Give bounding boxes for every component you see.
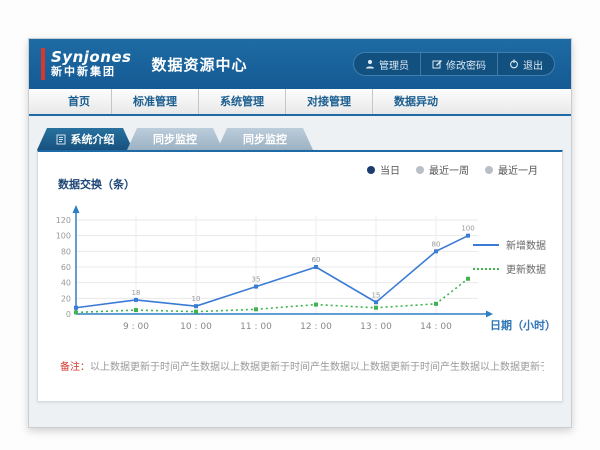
svg-text:60: 60 xyxy=(312,256,321,264)
radio-today[interactable]: 当日 xyxy=(367,162,400,177)
company-name: 新中新集团 xyxy=(51,65,132,79)
svg-text:80: 80 xyxy=(61,247,71,256)
svg-text:40: 40 xyxy=(61,279,71,288)
legend-label: 新增数据 xyxy=(506,237,546,252)
power-icon xyxy=(509,59,519,69)
tab-label: 系统介绍 xyxy=(71,131,115,147)
legend-item-updated-data: 更新数据 xyxy=(473,261,546,276)
user-icon xyxy=(365,59,375,69)
radio-label: 最近一月 xyxy=(498,162,538,177)
app-header: Synjones 新中新集团 数据资源中心 管理员 xyxy=(29,39,571,89)
logo-red-bar-icon xyxy=(41,48,45,80)
legend-line-solid-icon xyxy=(473,244,499,246)
svg-text:100: 100 xyxy=(461,225,474,233)
radio-label: 最近一周 xyxy=(429,162,469,177)
nav-item-interface-mgmt[interactable]: 对接管理 xyxy=(285,89,372,114)
legend-label: 更新数据 xyxy=(506,261,546,276)
svg-text:10: 10 xyxy=(192,295,201,303)
user-menu-logout[interactable]: 退出 xyxy=(497,53,554,75)
user-menu-label: 修改密码 xyxy=(446,57,486,72)
svg-text:9 : 00: 9 : 00 xyxy=(123,322,149,332)
svg-text:120: 120 xyxy=(56,216,71,225)
svg-text:0: 0 xyxy=(66,310,71,319)
footnote-text: 以上数据更新于时间产生数据以上数据更新于时间产生数据以上数据更新于时间产生数据以… xyxy=(90,362,544,373)
document-icon xyxy=(56,134,66,145)
user-menu-label: 管理员 xyxy=(379,57,409,72)
svg-text:35: 35 xyxy=(252,276,261,284)
tab-label: 同步监控 xyxy=(243,131,287,147)
footnote-prefix: 备注： xyxy=(60,362,90,373)
user-menu: 管理员 修改密码 退出 xyxy=(353,52,555,76)
svg-text:11 : 00: 11 : 00 xyxy=(240,322,272,332)
tab-bar: 系统介绍 同步监控 同步监控 xyxy=(37,128,571,150)
main-nav: 首页 标准管理 系统管理 对接管理 数据异动 xyxy=(29,89,571,116)
chart-legend: 新增数据 更新数据 xyxy=(473,237,546,285)
svg-text:18: 18 xyxy=(132,289,141,297)
tab-label: 同步监控 xyxy=(153,131,197,147)
page-title: 数据资源中心 xyxy=(152,54,248,75)
time-filter-group: 当日 最近一周 最近一月 xyxy=(367,162,538,177)
y-axis-title: 数据交换（条） xyxy=(58,176,135,192)
edit-icon xyxy=(432,59,442,69)
radio-selected-icon xyxy=(367,166,375,174)
brand-logo: Synjones 新中新集团 xyxy=(41,48,132,80)
svg-text:60: 60 xyxy=(61,263,71,272)
svg-text:15: 15 xyxy=(372,291,381,299)
nav-item-standard-mgmt[interactable]: 标准管理 xyxy=(111,89,198,114)
content-area: 系统介绍 同步监控 同步监控 当日 最近一周 xyxy=(29,116,571,402)
tab-system-intro[interactable]: 系统介绍 xyxy=(37,128,133,150)
svg-text:12 : 00: 12 : 00 xyxy=(300,322,332,332)
svg-text:20: 20 xyxy=(61,294,71,303)
legend-line-dotted-icon xyxy=(473,268,499,270)
svg-text:14 : 00: 14 : 00 xyxy=(420,322,452,332)
app-window: Synjones 新中新集团 数据资源中心 管理员 xyxy=(28,38,572,428)
nav-item-data-change[interactable]: 数据异动 xyxy=(372,89,459,114)
x-axis-title: 日期（小时） xyxy=(490,317,556,333)
tab-sync-monitor-1[interactable]: 同步监控 xyxy=(127,128,223,150)
radio-unselected-icon xyxy=(416,166,424,174)
svg-text:13 : 00: 13 : 00 xyxy=(360,322,392,332)
line-chart: 0 20 40 60 80 100 120 9 : 00 10 : 00 11 : 00 12 : … xyxy=(50,196,520,356)
user-menu-label: 退出 xyxy=(523,57,543,72)
footnote: 备注：以上数据更新于时间产生数据以上数据更新于时间产生数据以上数据更新于时间产生… xyxy=(60,358,544,373)
radio-last-month[interactable]: 最近一月 xyxy=(485,162,538,177)
svg-text:80: 80 xyxy=(432,240,441,248)
page-background: Synjones 新中新集团 数据资源中心 管理员 xyxy=(0,0,600,450)
user-menu-change-password[interactable]: 修改密码 xyxy=(420,53,497,75)
chart-panel: 当日 最近一周 最近一月 数据交换（条） 0 20 40 60 80 100 120 9 : … xyxy=(37,150,563,402)
radio-last-week[interactable]: 最近一周 xyxy=(416,162,469,177)
svg-text:100: 100 xyxy=(56,232,71,241)
radio-label: 当日 xyxy=(380,162,400,177)
nav-item-home[interactable]: 首页 xyxy=(47,89,111,114)
nav-item-system-mgmt[interactable]: 系统管理 xyxy=(198,89,285,114)
svg-text:10 : 00: 10 : 00 xyxy=(180,322,212,332)
tab-sync-monitor-2[interactable]: 同步监控 xyxy=(217,128,313,150)
user-menu-admin[interactable]: 管理员 xyxy=(354,53,420,75)
brand-name: Synjones xyxy=(51,49,132,65)
legend-item-new-data: 新增数据 xyxy=(473,237,546,252)
radio-unselected-icon xyxy=(485,166,493,174)
